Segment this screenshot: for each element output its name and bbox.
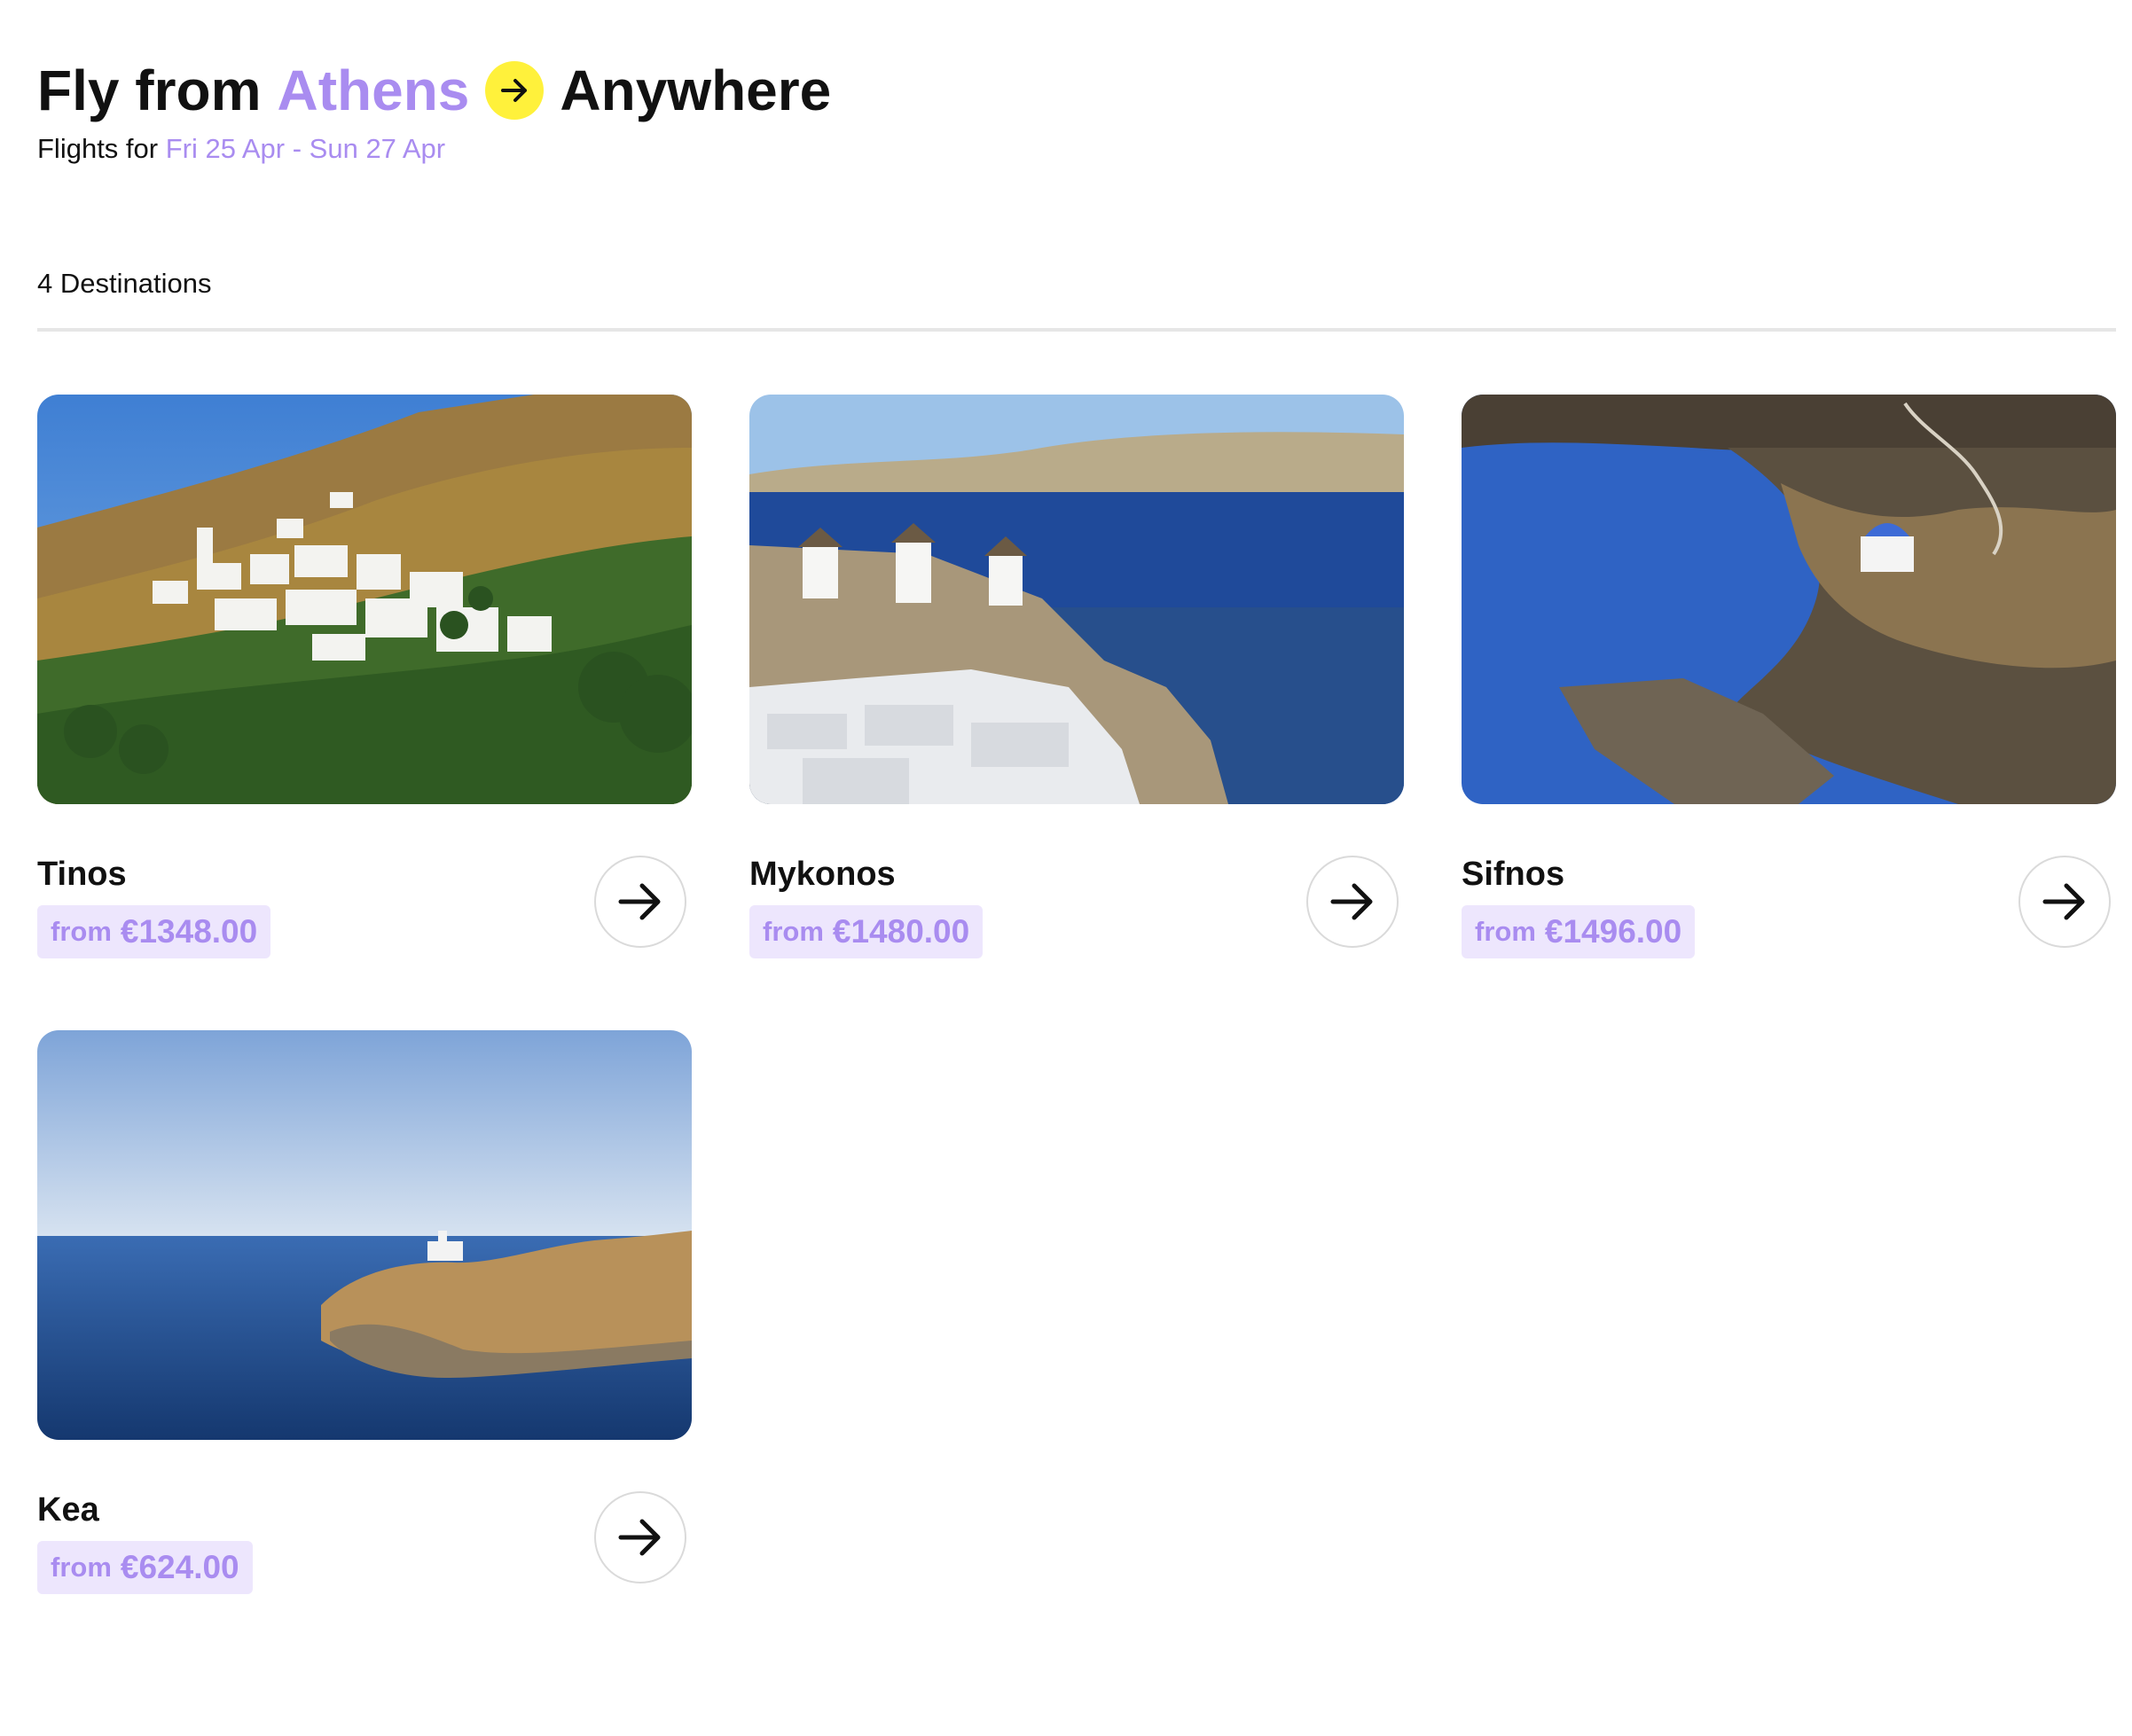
destination-name: Kea: [37, 1491, 99, 1529]
mykonos-windmills-photo: [749, 395, 1404, 804]
destination-name: Mykonos: [749, 856, 896, 893]
arrow-right-icon: [618, 883, 661, 920]
price-from-label: from: [1475, 916, 1536, 947]
destination-card-tinos[interactable]: Tinos from €1348.00: [37, 395, 692, 958]
destination-card-mykonos[interactable]: Mykonos from €1480.00: [749, 395, 1404, 958]
arrow-right-icon: [1330, 883, 1373, 920]
view-flights-button-tinos[interactable]: [594, 856, 686, 948]
destination-name: Tinos: [37, 856, 127, 893]
price-from-label: from: [51, 916, 112, 947]
price-amount: €1348.00: [120, 913, 258, 950]
price-amount: €1480.00: [832, 913, 970, 950]
destination-name: Sifnos: [1462, 856, 1565, 893]
price-amount: €1496.00: [1544, 913, 1682, 950]
page-title: Fly from Athens Anywhere: [37, 55, 831, 126]
arrow-right-icon: [2042, 883, 2085, 920]
divider: [37, 328, 2116, 332]
arrow-right-icon: [618, 1519, 661, 1556]
view-flights-button-kea[interactable]: [594, 1491, 686, 1584]
destinations-count: 4 Destinations: [37, 268, 212, 299]
view-flights-button-sifnos[interactable]: [2018, 856, 2111, 948]
sifnos-chapel-coast-photo: [1462, 395, 2116, 804]
title-prefix: Fly from: [37, 59, 262, 122]
destination-card-kea[interactable]: Kea from €624.00: [37, 1030, 692, 1594]
kea-lighthouse-photo: [37, 1030, 692, 1440]
price-badge: from €1348.00: [37, 905, 271, 958]
date-range-link[interactable]: Fri 25 Apr - Sun 27 Apr: [166, 133, 445, 164]
price-badge: from €1496.00: [1462, 905, 1696, 958]
price-from-label: from: [51, 1552, 112, 1583]
view-flights-button-mykonos[interactable]: [1306, 856, 1399, 948]
destination-card-sifnos[interactable]: Sifnos from €1496.00: [1462, 395, 2116, 958]
tinos-village-photo: [37, 395, 692, 804]
price-badge: from €624.00: [37, 1541, 253, 1594]
destination-anywhere-link[interactable]: Anywhere: [560, 55, 831, 126]
origin-city-link[interactable]: Athens: [277, 55, 469, 126]
price-badge: from €1480.00: [749, 905, 984, 958]
price-amount: €624.00: [120, 1549, 239, 1585]
arrow-right-icon: [485, 61, 545, 120]
price-from-label: from: [763, 916, 824, 947]
page: Fly from Athens Anywhere Flights for Fri…: [0, 0, 2132, 1736]
flight-dates-subtitle: Flights for Fri 25 Apr - Sun 27 Apr: [37, 133, 445, 165]
subtitle-prefix: Flights for: [37, 133, 159, 164]
